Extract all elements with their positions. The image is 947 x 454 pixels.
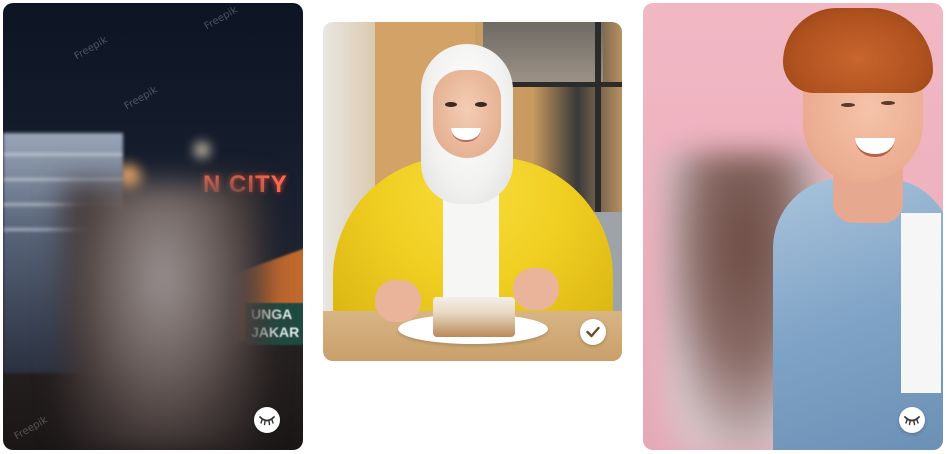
hidden-toggle-button[interactable] [899,407,925,433]
watermark: Freepik [202,4,240,33]
hand [375,280,421,322]
photo-card-cafe-woman[interactable] [323,22,622,361]
photo-card-night-city[interactable]: N CITY UNGA JAKAR Freepik Freepik Freepi… [3,3,303,450]
watermark: Freepik [12,414,50,443]
cake [433,297,515,337]
eye [445,102,457,107]
blurred-person [63,183,263,450]
eye [475,102,487,107]
hidden-toggle-button[interactable] [254,407,280,433]
frame [595,22,601,222]
selected-check-button[interactable] [580,319,606,345]
t-shirt [901,213,941,393]
hair [783,8,933,93]
eye-closed-icon [903,414,921,426]
photo-card-pink-man[interactable] [643,3,943,450]
watermark: Freepik [122,84,160,113]
checkmark-icon [586,326,600,338]
street-light [195,143,209,157]
eye-closed-icon [258,414,276,426]
hand [513,268,559,310]
face [433,70,501,158]
eye [881,101,895,105]
eye [841,103,855,107]
watermark: Freepik [72,34,110,63]
